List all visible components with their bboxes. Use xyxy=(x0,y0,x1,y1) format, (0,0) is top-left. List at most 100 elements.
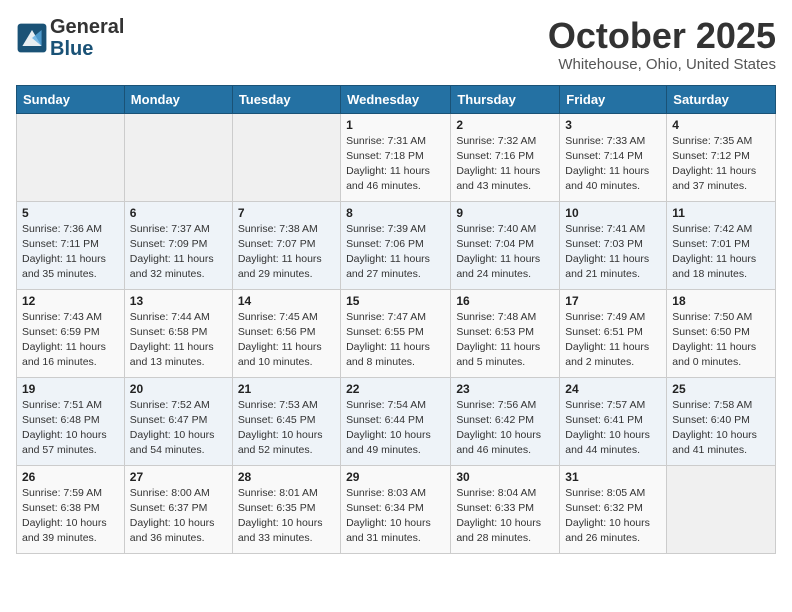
calendar-cell xyxy=(17,113,125,201)
day-info: Sunrise: 7:57 AMSunset: 6:41 PMDaylight:… xyxy=(565,398,661,459)
day-number: 20 xyxy=(130,382,227,396)
calendar-cell: 22 Sunrise: 7:54 AMSunset: 6:44 PMDayligh… xyxy=(341,377,451,465)
day-number: 9 xyxy=(456,206,554,220)
day-info: Sunrise: 7:41 AMSunset: 7:03 PMDaylight:… xyxy=(565,222,661,283)
day-info: Sunrise: 7:42 AMSunset: 7:01 PMDaylight:… xyxy=(672,222,770,283)
calendar-cell: 26 Sunrise: 7:59 AMSunset: 6:38 PMDayligh… xyxy=(17,465,125,553)
day-number: 6 xyxy=(130,206,227,220)
day-info: Sunrise: 7:50 AMSunset: 6:50 PMDaylight:… xyxy=(672,310,770,371)
day-number: 11 xyxy=(672,206,770,220)
day-number: 30 xyxy=(456,470,554,484)
calendar-cell: 27 Sunrise: 8:00 AMSunset: 6:37 PMDayligh… xyxy=(124,465,232,553)
calendar-cell: 8Sunrise: 7:39 AMSunset: 7:06 PMDaylight… xyxy=(341,201,451,289)
calendar-week-row: 12Sunrise: 7:43 AMSunset: 6:59 PMDayligh… xyxy=(17,289,776,377)
logo-general: General xyxy=(50,16,124,38)
calendar-cell: 16 Sunrise: 7:48 AMSunset: 6:53 PMDayligh… xyxy=(451,289,560,377)
day-info: Sunrise: 8:03 AMSunset: 6:34 PMDaylight:… xyxy=(346,486,445,547)
calendar-cell: 19 Sunrise: 7:51 AMSunset: 6:48 PMDayligh… xyxy=(17,377,125,465)
calendar-week-row: 26 Sunrise: 7:59 AMSunset: 6:38 PMDayligh… xyxy=(17,465,776,553)
logo-icon xyxy=(16,22,48,54)
day-number: 17 xyxy=(565,294,661,308)
day-number: 29 xyxy=(346,470,445,484)
day-info: Sunrise: 7:44 AMSunset: 6:58 PMDaylight:… xyxy=(130,310,227,371)
day-info: Sunrise: 7:48 AMSunset: 6:53 PMDaylight:… xyxy=(456,310,554,371)
calendar-cell: 28 Sunrise: 8:01 AMSunset: 6:35 PMDayligh… xyxy=(232,465,340,553)
day-number: 27 xyxy=(130,470,227,484)
day-number: 1 xyxy=(346,118,445,132)
column-header-monday: Monday xyxy=(124,85,232,113)
day-number: 23 xyxy=(456,382,554,396)
day-info: Sunrise: 7:49 AMSunset: 6:51 PMDaylight:… xyxy=(565,310,661,371)
column-header-tuesday: Tuesday xyxy=(232,85,340,113)
calendar-cell: 29 Sunrise: 8:03 AMSunset: 6:34 PMDayligh… xyxy=(341,465,451,553)
day-info: Sunrise: 7:40 AMSunset: 7:04 PMDaylight:… xyxy=(456,222,554,283)
calendar-cell: 7 Sunrise: 7:38 AMSunset: 7:07 PMDaylight… xyxy=(232,201,340,289)
day-info: Sunrise: 7:53 AMSunset: 6:45 PMDaylight:… xyxy=(238,398,335,459)
logo: General Blue xyxy=(16,16,124,60)
calendar-cell: 25 Sunrise: 7:58 AMSunset: 6:40 PMDayligh… xyxy=(667,377,776,465)
calendar-cell: 10 Sunrise: 7:41 AMSunset: 7:03 PMDayligh… xyxy=(560,201,667,289)
calendar-header-row: SundayMondayTuesdayWednesdayThursdayFrid… xyxy=(17,85,776,113)
day-number: 24 xyxy=(565,382,661,396)
day-number: 18 xyxy=(672,294,770,308)
day-number: 25 xyxy=(672,382,770,396)
day-number: 31 xyxy=(565,470,661,484)
calendar-cell: 31Sunrise: 8:05 AMSunset: 6:32 PMDayligh… xyxy=(560,465,667,553)
calendar-cell: 20 Sunrise: 7:52 AMSunset: 6:47 PMDayligh… xyxy=(124,377,232,465)
column-header-wednesday: Wednesday xyxy=(341,85,451,113)
calendar-cell: 30 Sunrise: 8:04 AMSunset: 6:33 PMDayligh… xyxy=(451,465,560,553)
calendar-table: SundayMondayTuesdayWednesdayThursdayFrid… xyxy=(16,85,776,554)
calendar-cell: 3Sunrise: 7:33 AMSunset: 7:14 PMDaylight… xyxy=(560,113,667,201)
month-title: October 2025 xyxy=(548,16,776,56)
calendar-cell: 4Sunrise: 7:35 AMSunset: 7:12 PMDaylight… xyxy=(667,113,776,201)
day-info: Sunrise: 7:39 AMSunset: 7:06 PMDaylight:… xyxy=(346,222,445,283)
calendar-cell xyxy=(667,465,776,553)
day-number: 7 xyxy=(238,206,335,220)
day-number: 19 xyxy=(22,382,119,396)
day-number: 14 xyxy=(238,294,335,308)
day-info: Sunrise: 7:59 AMSunset: 6:38 PMDaylight:… xyxy=(22,486,119,547)
calendar-cell: 21 Sunrise: 7:53 AMSunset: 6:45 PMDayligh… xyxy=(232,377,340,465)
day-info: Sunrise: 7:45 AMSunset: 6:56 PMDaylight:… xyxy=(238,310,335,371)
calendar-cell: 23 Sunrise: 7:56 AMSunset: 6:42 PMDayligh… xyxy=(451,377,560,465)
day-number: 21 xyxy=(238,382,335,396)
calendar-week-row: 1 Sunrise: 7:31 AMSunset: 7:18 PMDaylight… xyxy=(17,113,776,201)
day-info: Sunrise: 7:33 AMSunset: 7:14 PMDaylight:… xyxy=(565,134,661,195)
day-number: 13 xyxy=(130,294,227,308)
day-number: 2 xyxy=(456,118,554,132)
day-info: Sunrise: 7:51 AMSunset: 6:48 PMDaylight:… xyxy=(22,398,119,459)
calendar-cell: 2 Sunrise: 7:32 AMSunset: 7:16 PMDaylight… xyxy=(451,113,560,201)
calendar-cell xyxy=(124,113,232,201)
calendar-cell: 17 Sunrise: 7:49 AMSunset: 6:51 PMDayligh… xyxy=(560,289,667,377)
day-info: Sunrise: 7:32 AMSunset: 7:16 PMDaylight:… xyxy=(456,134,554,195)
day-number: 4 xyxy=(672,118,770,132)
calendar-cell: 13 Sunrise: 7:44 AMSunset: 6:58 PMDayligh… xyxy=(124,289,232,377)
day-info: Sunrise: 8:04 AMSunset: 6:33 PMDaylight:… xyxy=(456,486,554,547)
day-number: 5 xyxy=(22,206,119,220)
calendar-cell: 9 Sunrise: 7:40 AMSunset: 7:04 PMDaylight… xyxy=(451,201,560,289)
calendar-cell: 6 Sunrise: 7:37 AMSunset: 7:09 PMDaylight… xyxy=(124,201,232,289)
day-info: Sunrise: 7:31 AMSunset: 7:18 PMDaylight:… xyxy=(346,134,445,195)
calendar-week-row: 19 Sunrise: 7:51 AMSunset: 6:48 PMDayligh… xyxy=(17,377,776,465)
day-info: Sunrise: 8:01 AMSunset: 6:35 PMDaylight:… xyxy=(238,486,335,547)
day-info: Sunrise: 7:43 AMSunset: 6:59 PMDaylight:… xyxy=(22,310,119,371)
day-number: 10 xyxy=(565,206,661,220)
day-number: 22 xyxy=(346,382,445,396)
day-info: Sunrise: 7:38 AMSunset: 7:07 PMDaylight:… xyxy=(238,222,335,283)
day-info: Sunrise: 7:37 AMSunset: 7:09 PMDaylight:… xyxy=(130,222,227,283)
day-info: Sunrise: 7:54 AMSunset: 6:44 PMDaylight:… xyxy=(346,398,445,459)
day-info: Sunrise: 7:56 AMSunset: 6:42 PMDaylight:… xyxy=(456,398,554,459)
day-number: 16 xyxy=(456,294,554,308)
day-number: 28 xyxy=(238,470,335,484)
day-info: Sunrise: 7:52 AMSunset: 6:47 PMDaylight:… xyxy=(130,398,227,459)
day-number: 26 xyxy=(22,470,119,484)
day-info: Sunrise: 8:00 AMSunset: 6:37 PMDaylight:… xyxy=(130,486,227,547)
logo-blue: Blue xyxy=(50,38,124,60)
page-header: General Blue October 2025 Whitehouse, Oh… xyxy=(16,16,776,73)
day-info: Sunrise: 7:58 AMSunset: 6:40 PMDaylight:… xyxy=(672,398,770,459)
calendar-cell: 14 Sunrise: 7:45 AMSunset: 6:56 PMDayligh… xyxy=(232,289,340,377)
calendar-cell: 15Sunrise: 7:47 AMSunset: 6:55 PMDayligh… xyxy=(341,289,451,377)
calendar-week-row: 5Sunrise: 7:36 AMSunset: 7:11 PMDaylight… xyxy=(17,201,776,289)
day-info: Sunrise: 7:47 AMSunset: 6:55 PMDaylight:… xyxy=(346,310,445,371)
column-header-friday: Friday xyxy=(560,85,667,113)
